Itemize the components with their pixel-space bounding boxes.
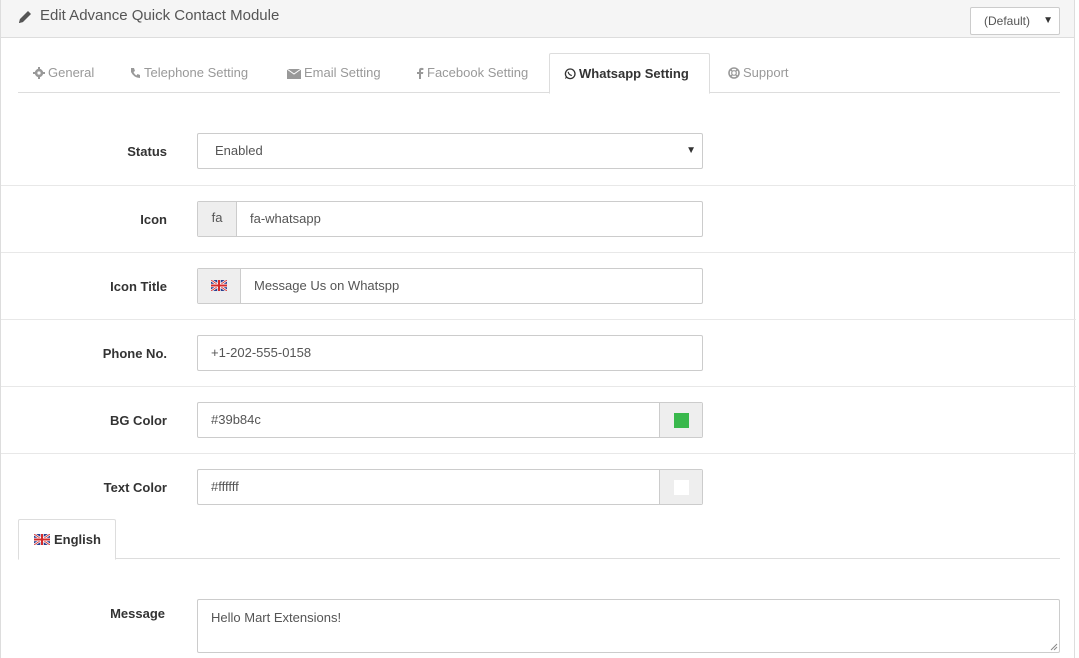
phone-label: Phone No. xyxy=(102,346,167,361)
icon-label: Icon xyxy=(140,212,167,227)
resize-grip-icon[interactable] xyxy=(1048,641,1058,651)
lifebuoy-icon xyxy=(728,67,740,79)
whatsapp-icon xyxy=(564,68,576,80)
text-color-picker[interactable] xyxy=(659,470,702,504)
status-select[interactable]: Enabled ▼ xyxy=(197,133,703,169)
language-tab-label: English xyxy=(54,532,101,547)
gear-icon xyxy=(33,67,45,79)
tab-telephone-setting[interactable]: Telephone Setting xyxy=(130,53,248,93)
tab-email-setting[interactable]: Email Setting xyxy=(286,53,381,93)
message-textarea[interactable]: Hello Mart Extensions! xyxy=(197,599,1060,653)
icon-title-label: Icon Title xyxy=(110,279,167,294)
language-tabs: English xyxy=(18,519,1060,560)
icon-title-row: Icon Title Message Us on Whatspp xyxy=(1,252,1076,319)
envelope-icon xyxy=(286,68,302,79)
phone-icon xyxy=(131,68,140,78)
icon-input[interactable]: fa-whatsapp xyxy=(250,202,321,236)
text-color-input-group: #ffffff xyxy=(197,469,703,505)
text-color-input[interactable]: #ffffff xyxy=(211,470,239,504)
chevron-down-icon: ▼ xyxy=(1043,15,1053,26)
tab-whatsapp-label: Whatsapp Setting xyxy=(579,66,689,81)
store-select-value: (Default) xyxy=(984,14,1031,28)
tab-telephone-label: Telephone Setting xyxy=(144,65,249,80)
tab-support-label: Support xyxy=(743,65,789,80)
message-textarea-value: Hello Mart Extensions! xyxy=(211,610,342,625)
phone-input[interactable]: +1-202-555-0158 xyxy=(197,335,703,371)
bg-color-row: BG Color #39b84c xyxy=(1,386,1076,453)
phone-row: Phone No. +1-202-555-0158 xyxy=(1,319,1076,386)
icon-input-group: fa fa-whatsapp xyxy=(197,201,703,237)
language-addon xyxy=(198,269,241,303)
bg-color-input[interactable]: #39b84c xyxy=(211,403,261,437)
status-select-value: Enabled xyxy=(215,143,263,158)
settings-tabs: General Telephone Setting Email Setting … xyxy=(18,53,1060,94)
phone-input-value: +1-202-555-0158 xyxy=(211,345,312,360)
text-color-swatch xyxy=(674,480,689,495)
text-color-label: Text Color xyxy=(103,480,167,495)
icon-title-input[interactable]: Message Us on Whatspp xyxy=(254,269,399,303)
tab-email-label: Email Setting xyxy=(304,65,381,80)
tab-language-english[interactable]: English xyxy=(18,519,116,560)
pencil-icon xyxy=(19,11,31,23)
icon-row: Icon fa fa-whatsapp xyxy=(1,185,1076,252)
status-row: Status Enabled ▼ xyxy=(1,118,1076,185)
page-title: Edit Advance Quick Contact Module xyxy=(40,7,280,24)
facebook-icon xyxy=(417,67,424,79)
message-label: Message xyxy=(110,606,165,621)
store-select[interactable]: (Default) ▼ xyxy=(970,7,1060,35)
uk-flag-icon xyxy=(211,280,227,292)
bg-color-picker[interactable] xyxy=(659,403,702,437)
bg-color-swatch xyxy=(674,413,689,428)
tab-general[interactable]: General xyxy=(33,53,94,93)
status-label: Status xyxy=(127,144,167,159)
tab-support[interactable]: Support xyxy=(728,53,789,93)
text-color-row: Text Color #ffffff xyxy=(1,453,1076,520)
icon-prefix-addon: fa xyxy=(198,202,237,236)
chevron-down-icon: ▼ xyxy=(686,145,696,156)
tab-facebook-label: Facebook Setting xyxy=(427,65,529,80)
tab-general-label: General xyxy=(48,65,95,80)
bg-color-label: BG Color xyxy=(109,413,167,428)
panel-heading: Edit Advance Quick Contact Module (Defau… xyxy=(1,0,1074,38)
uk-flag-icon xyxy=(34,534,50,545)
tab-facebook-setting[interactable]: Facebook Setting xyxy=(416,53,528,93)
module-panel: Edit Advance Quick Contact Module (Defau… xyxy=(0,0,1076,658)
icon-title-input-group: Message Us on Whatspp xyxy=(197,268,703,304)
bg-color-input-group: #39b84c xyxy=(197,402,703,438)
tab-whatsapp-setting[interactable]: Whatsapp Setting xyxy=(549,53,710,94)
